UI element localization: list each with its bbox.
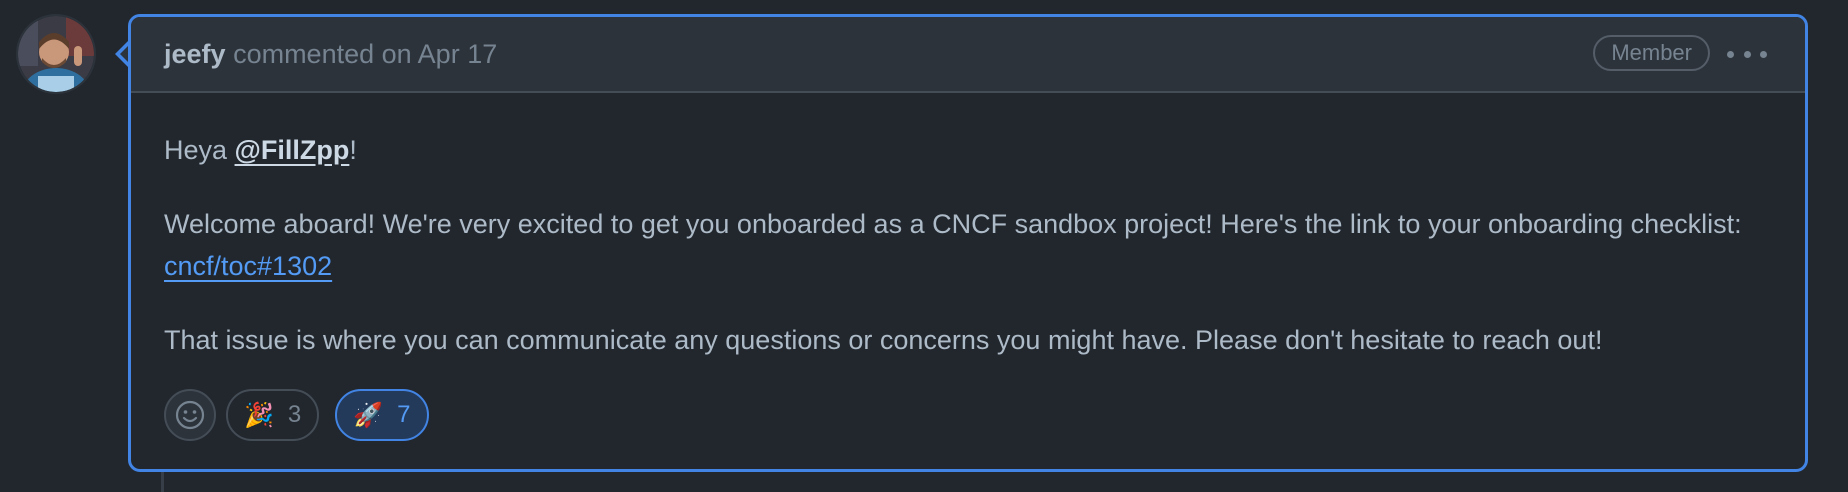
user-mention-link[interactable]: @FillZpp [235,135,350,165]
greeting-paragraph: Heya @FillZpp! [164,129,357,171]
comment-meta[interactable]: commented on Apr 17 [233,39,497,69]
timeline-line [161,470,164,492]
rocket-icon: 🚀 [353,401,384,429]
comment-box: jeefy commented on Apr 17 Member Heya @F… [128,14,1808,472]
reactions-bar: 🎉 3 🚀 7 [164,389,429,443]
welcome-paragraph: Welcome aboard! We're very excited to ge… [164,203,1764,287]
checklist-issue-link[interactable]: cncf/toc#1302 [164,251,332,281]
comment-header: jeefy commented on Apr 17 Member [131,17,1805,93]
party-popper-icon: 🎉 [244,401,274,429]
greeting-text: Heya [164,135,235,165]
reaction-count: 7 [397,401,411,428]
reaction-rocket-button[interactable]: 🚀 7 [335,389,429,441]
author-link[interactable]: jeefy [164,39,226,69]
reaction-count: 3 [287,401,302,428]
welcome-text: Welcome aboard! We're very excited to ge… [164,209,1742,239]
kebab-horizontal-icon[interactable] [1727,39,1767,69]
greeting-suffix: ! [349,135,357,165]
reaction-hooray-button[interactable]: 🎉 3 [226,389,320,441]
comment-header-text: jeefy commented on Apr 17 [164,39,497,70]
avatar[interactable] [16,14,96,94]
smiley-icon [175,400,205,430]
role-badge: Member [1593,35,1710,71]
add-reaction-button[interactable] [164,389,216,441]
closing-paragraph: That issue is where you can communicate … [164,325,1603,355]
